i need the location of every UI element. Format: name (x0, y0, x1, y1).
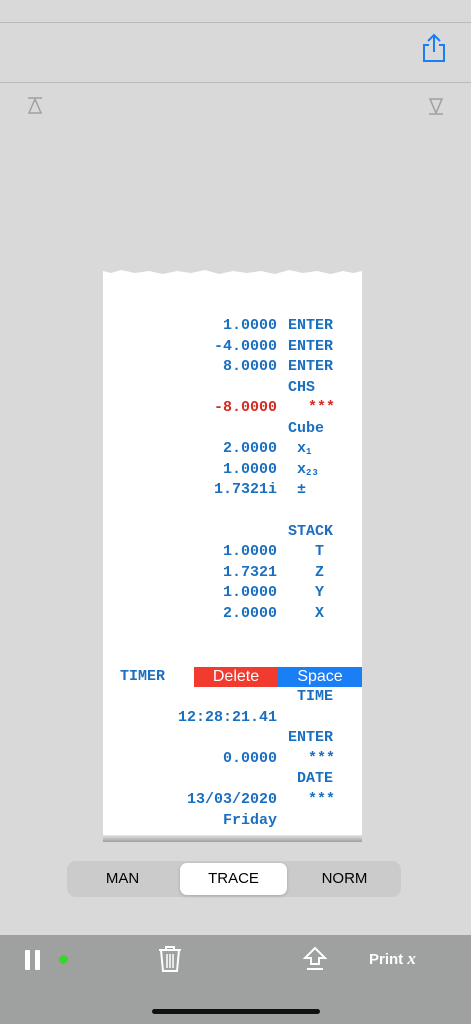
tape-line: 8.0000 ENTER (103, 357, 362, 377)
space-button[interactable]: Space (278, 667, 362, 687)
tape-subscript: 1 (306, 447, 313, 457)
tape-line: STACK (103, 522, 362, 542)
print-button[interactable]: Print x (369, 949, 416, 969)
tape-line: 1.0000 Y (103, 583, 362, 603)
tape-line: TIME (103, 687, 362, 707)
tape-op-text: ± (288, 481, 307, 498)
tape-value: 1.7321 (222, 564, 277, 581)
upload-icon[interactable] (303, 946, 327, 972)
mode-man[interactable]: MAN (69, 863, 176, 895)
tape-op: Y (288, 583, 324, 603)
tape-line: -4.0000 ENTER (103, 337, 362, 357)
tape-op-text: Z (288, 564, 325, 581)
scroll-to-bottom-icon[interactable] (428, 97, 444, 115)
bottom-toolbar: Print x (0, 935, 471, 1024)
tape-line: DATE (103, 769, 362, 789)
tape-value: -4.0000 (213, 338, 277, 355)
tape-op-text: ENTER (288, 338, 334, 355)
scroll-to-top-icon[interactable] (27, 97, 43, 115)
tape-value: 2.0000 (222, 440, 277, 457)
tape-op-text: T (288, 543, 325, 560)
tape-line: 2.0000 x1 (103, 439, 362, 459)
pause-icon[interactable] (25, 950, 41, 970)
tape-op-text: STACK (288, 523, 334, 540)
tape-op-text: *** (308, 399, 336, 416)
tape-op: X (288, 604, 324, 624)
tape-value: 2.0000 (222, 605, 277, 622)
tape-op: ± (288, 480, 306, 500)
tape-op: CHS (288, 378, 315, 398)
tape-line: 0.0000 *** (103, 749, 362, 769)
tape-op: STACK (288, 522, 333, 542)
print-label: Print (369, 951, 404, 968)
tape-op: ENTER (288, 337, 333, 357)
tape-op: x1 (288, 439, 312, 460)
tape-value: 1.0000 (222, 461, 277, 478)
timer-row: TIMER Delete Space (103, 667, 362, 687)
tape-op: ENTER (288, 357, 333, 377)
tape-op-text: x (288, 461, 307, 478)
mode-selector[interactable]: MAN TRACE NORM (67, 861, 401, 897)
tape-line: 13/03/2020 *** (103, 790, 362, 810)
tape-line: 1.7321i ± (103, 480, 362, 500)
divider (0, 22, 471, 23)
tape-op-text: ENTER (288, 317, 334, 334)
paper-shadow (103, 835, 362, 842)
tape-subscript: 23 (306, 468, 319, 478)
tape-op: Cube (288, 419, 324, 439)
delete-button[interactable]: Delete (194, 667, 278, 687)
tape-op: T (288, 542, 324, 562)
tape-op: ENTER (288, 729, 334, 746)
tape-op: *** (308, 791, 336, 808)
share-icon[interactable] (420, 33, 448, 63)
tape-line: 1.0000 x23 (103, 460, 362, 480)
tape-value: 1.7321i (213, 481, 277, 498)
mode-trace[interactable]: TRACE (180, 863, 287, 895)
tape-line: ENTER (103, 728, 362, 748)
tape-line: Cube (103, 419, 362, 439)
top-bar (0, 0, 471, 83)
tape-op: *** (308, 398, 335, 418)
date-value: 13/03/2020 (186, 791, 277, 808)
tape-line: 1.0000 ENTER (103, 316, 362, 336)
tape-op: DATE (288, 770, 334, 787)
tape-value: 1.0000 (222, 317, 277, 334)
tape-value: 8.0000 (222, 358, 277, 375)
mode-norm[interactable]: NORM (291, 863, 398, 895)
tape-value: 0.0000 (222, 750, 277, 767)
tape-line: -8.0000 *** (103, 398, 362, 418)
tape-op-text: ENTER (288, 358, 334, 375)
tape-line: 12:28:21.41 (103, 708, 362, 728)
torn-edge (103, 268, 362, 274)
tape-op: ENTER (288, 316, 333, 336)
tape-op: TIME (288, 688, 334, 705)
print-symbol: x (407, 949, 416, 968)
tape-op-text: x (288, 440, 307, 457)
paper-tape[interactable]: 1.0000 ENTER -4.0000 ENTER 8.0000 ENTER CHS -8.… (103, 268, 362, 842)
weekday-value: Friday (222, 812, 277, 829)
tape-op: Z (288, 563, 324, 583)
tape-value: -8.0000 (213, 399, 277, 416)
tape-line: Friday (103, 811, 362, 831)
tape-op: x23 (288, 460, 319, 481)
tape-op-text: Cube (288, 420, 325, 437)
tape-value: 1.0000 (222, 543, 277, 560)
tape-op-text: CHS (288, 379, 316, 396)
tape-line: 2.0000 X (103, 604, 362, 624)
timer-label: TIMER (120, 668, 166, 685)
tape-op-text: X (288, 605, 325, 622)
home-indicator[interactable] (152, 1009, 320, 1014)
tape-line: 1.7321 Z (103, 563, 362, 583)
tape-line: CHS (103, 378, 362, 398)
tape-line: 1.0000 T (103, 542, 362, 562)
tape-op-text: Y (288, 584, 325, 601)
status-dot (59, 955, 68, 964)
tape-value: 1.0000 (222, 584, 277, 601)
time-value: 12:28:21.41 (177, 709, 277, 726)
tape-op: *** (308, 750, 336, 767)
divider (0, 82, 471, 83)
trash-icon[interactable] (158, 945, 182, 973)
